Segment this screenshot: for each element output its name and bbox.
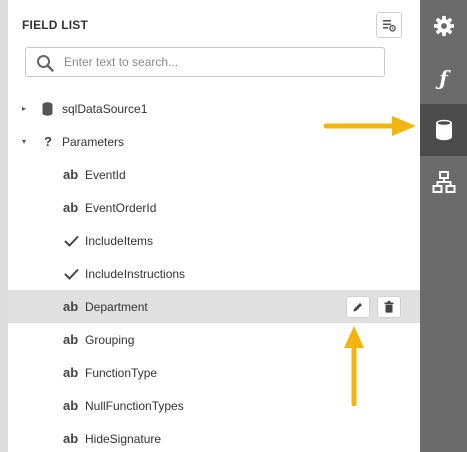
field-list-tool-button[interactable] <box>420 104 467 156</box>
tree-item-label: HideSignature <box>85 431 162 446</box>
tree-item-hidesignature[interactable]: ab HideSignature <box>8 422 420 452</box>
boolean-check-icon <box>64 268 79 280</box>
tree-item-includeinstructions[interactable]: IncludeInstructions <box>8 257 420 290</box>
tree-item-label: sqlDataSource1 <box>62 101 148 116</box>
annotation-arrow-up-icon <box>344 326 364 407</box>
panel-title: FIELD LIST <box>22 18 88 32</box>
string-type-icon: ab <box>63 200 79 215</box>
report-explorer-tool-button[interactable] <box>420 156 467 208</box>
annotation-arrow-right-icon <box>323 116 416 136</box>
list-settings-icon <box>383 20 396 32</box>
tree-item-eventid[interactable]: ab EventId <box>8 158 420 191</box>
string-type-icon: ab <box>63 299 79 314</box>
tree-item-label: Parameters <box>62 134 125 149</box>
gear-icon <box>433 15 454 37</box>
database-icon <box>42 101 53 116</box>
boolean-check-icon <box>64 235 79 247</box>
expand-arrow-icon[interactable]: ▸ <box>22 104 26 113</box>
left-edge-strip <box>0 0 8 452</box>
tree-item-label: IncludeInstructions <box>85 266 186 281</box>
edit-parameter-button[interactable] <box>346 296 370 318</box>
tree-item-label: FunctionType <box>85 365 158 380</box>
tree-item-label: EventId <box>85 167 126 182</box>
collapse-arrow-icon[interactable]: ▾ <box>22 137 26 146</box>
tree-item-label: Department <box>85 299 148 314</box>
tree-item-eventorderid[interactable]: ab EventOrderId <box>8 191 420 224</box>
string-type-icon: ab <box>63 167 79 182</box>
function-icon: ƒ <box>439 66 448 90</box>
search-input[interactable] <box>64 49 374 75</box>
tree-item-label: Grouping <box>85 332 135 347</box>
string-type-icon: ab <box>63 398 79 413</box>
expressions-tool-button[interactable]: ƒ <box>420 52 467 104</box>
tree-item-department[interactable]: ab Department <box>8 290 420 323</box>
edit-pencil-icon <box>353 303 362 312</box>
string-type-icon: ab <box>63 365 79 380</box>
hierarchy-icon <box>432 171 455 193</box>
search-icon <box>37 55 54 72</box>
database-icon <box>435 119 452 141</box>
designer-side-toolbar: ƒ <box>420 0 467 452</box>
tree-item-label: IncludeItems <box>85 233 154 248</box>
search-field[interactable] <box>25 47 385 77</box>
string-type-icon: ab <box>63 332 79 347</box>
string-type-icon: ab <box>63 431 79 446</box>
tree-item-includeitems[interactable]: IncludeItems <box>8 224 420 257</box>
properties-tool-button[interactable] <box>420 0 467 52</box>
tree-item-label: EventOrderId <box>85 200 157 215</box>
field-list-options-button[interactable] <box>376 12 402 38</box>
delete-parameter-button[interactable] <box>377 296 401 318</box>
question-icon: ? <box>44 134 52 149</box>
tree-item-label: NullFunctionTypes <box>85 398 184 413</box>
delete-trash-icon <box>384 301 394 313</box>
